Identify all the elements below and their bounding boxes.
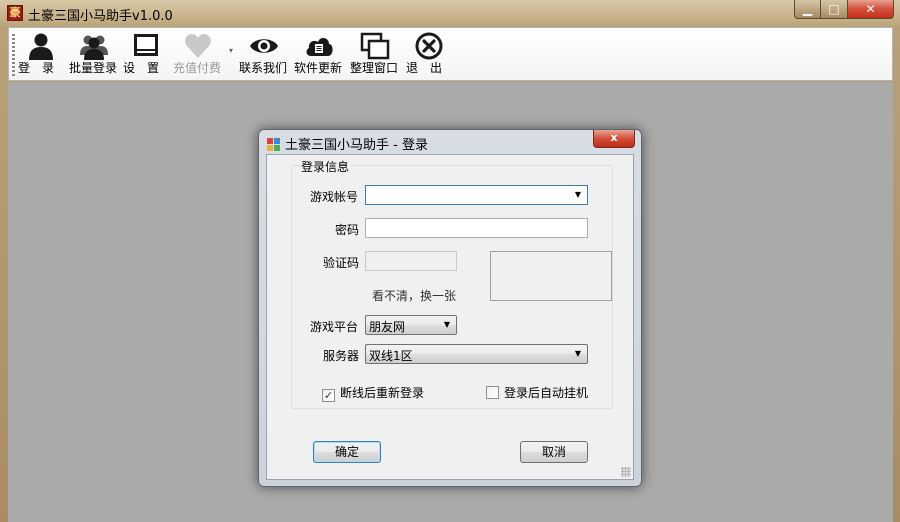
login-info-group: 登录信息 游戏帐号 ▼ 密码 验证码 看不清，换一张 游戏平台 朋友网 ▼ 服务…: [291, 158, 613, 409]
auto-hook-label: 登录后自动挂机: [504, 386, 589, 400]
login-label: 登 录: [18, 61, 55, 75]
server-label: 服务器: [323, 349, 360, 363]
contact-us-label: 联系我们: [239, 61, 288, 75]
password-label: 密码: [335, 223, 360, 237]
windows-icon: [360, 32, 390, 60]
toolbar: 登 录 批量登录 设 置 充值付费 ▾ 联系我们 软件更新 整理窗口 退 出: [8, 27, 893, 81]
eye-icon: [250, 39, 278, 53]
dialog-app-icon: [267, 138, 280, 151]
monitor-icon: [134, 34, 158, 56]
platform-label: 游戏平台: [310, 320, 359, 334]
captcha-image[interactable]: [490, 251, 612, 301]
arrange-windows-label: 整理窗口: [350, 61, 399, 75]
checkbox-unchecked-icon: [486, 386, 499, 399]
user-icon: [29, 33, 53, 60]
recharge-button[interactable]: 充值付费: [173, 31, 223, 79]
recharge-label: 充值付费: [173, 61, 222, 75]
settings-label: 设 置: [123, 61, 160, 75]
server-select[interactable]: 双线1区 ▼: [365, 344, 588, 364]
auto-hook-checkbox[interactable]: 登录后自动挂机: [486, 384, 588, 401]
dialog-title-bar[interactable]: 土豪三国小马助手 - 登录: [267, 134, 428, 153]
recharge-dropdown-arrow[interactable]: ▾: [229, 46, 233, 55]
software-update-label: 软件更新: [294, 61, 343, 75]
exit-label: 退 出: [406, 61, 443, 75]
cancel-button[interactable]: 取消: [520, 441, 588, 463]
users-icon: [80, 35, 108, 60]
title-bar[interactable]: 豪 土豪三国小马助手v1.0.0 ▁ □ ✕: [0, 0, 900, 26]
cloud-icon: [306, 38, 333, 56]
ok-button[interactable]: 确定: [313, 441, 381, 463]
group-title: 登录信息: [299, 158, 352, 175]
contact-us-button[interactable]: 联系我们: [239, 31, 289, 79]
platform-value: 朋友网: [369, 320, 406, 334]
minimize-button[interactable]: ▁: [794, 0, 821, 19]
checkbox-checked-icon: ✓: [322, 389, 335, 402]
close-button[interactable]: ✕: [848, 0, 894, 19]
arrange-windows-button[interactable]: 整理窗口: [350, 31, 400, 79]
settings-button[interactable]: 设 置: [123, 31, 169, 79]
toolbar-grip[interactable]: [12, 34, 15, 76]
captcha-input[interactable]: [365, 251, 457, 271]
batch-login-label: 批量登录: [69, 61, 118, 75]
account-combo[interactable]: ▼: [365, 185, 588, 205]
window-controls: ▁ □ ✕: [794, 0, 894, 20]
login-button[interactable]: 登 录: [18, 31, 64, 79]
reconnect-label: 断线后重新登录: [340, 386, 425, 400]
reconnect-checkbox[interactable]: ✓ 断线后重新登录: [322, 384, 424, 402]
login-dialog: 土豪三国小马助手 - 登录 x 登录信息 游戏帐号 ▼ 密码 验证码 看不清，换…: [258, 129, 642, 487]
dialog-close-button[interactable]: x: [593, 130, 635, 148]
server-value: 双线1区: [369, 349, 413, 363]
batch-login-button[interactable]: 批量登录: [69, 31, 119, 79]
window-title: 土豪三国小马助手v1.0.0: [28, 9, 173, 24]
exit-button[interactable]: 退 出: [406, 31, 452, 79]
app-logo-icon: 豪: [7, 5, 23, 21]
resize-grip[interactable]: [621, 467, 631, 477]
close-circle-icon: [415, 32, 443, 60]
dialog-body: 登录信息 游戏帐号 ▼ 密码 验证码 看不清，换一张 游戏平台 朋友网 ▼ 服务…: [266, 154, 634, 480]
maximize-button[interactable]: □: [821, 0, 848, 19]
chevron-down-icon[interactable]: ▼: [570, 187, 586, 203]
chevron-down-icon: ▼: [443, 320, 451, 329]
chevron-down-icon: ▼: [574, 349, 582, 358]
password-input[interactable]: [365, 218, 588, 238]
account-label: 游戏帐号: [310, 190, 359, 204]
platform-select[interactable]: 朋友网 ▼: [365, 315, 457, 335]
software-update-button[interactable]: 软件更新: [294, 31, 344, 79]
refresh-captcha-link[interactable]: 看不清，换一张: [372, 287, 456, 304]
dialog-title: 土豪三国小马助手 - 登录: [285, 138, 428, 153]
heart-icon: [185, 34, 211, 58]
captcha-label: 验证码: [323, 256, 360, 270]
